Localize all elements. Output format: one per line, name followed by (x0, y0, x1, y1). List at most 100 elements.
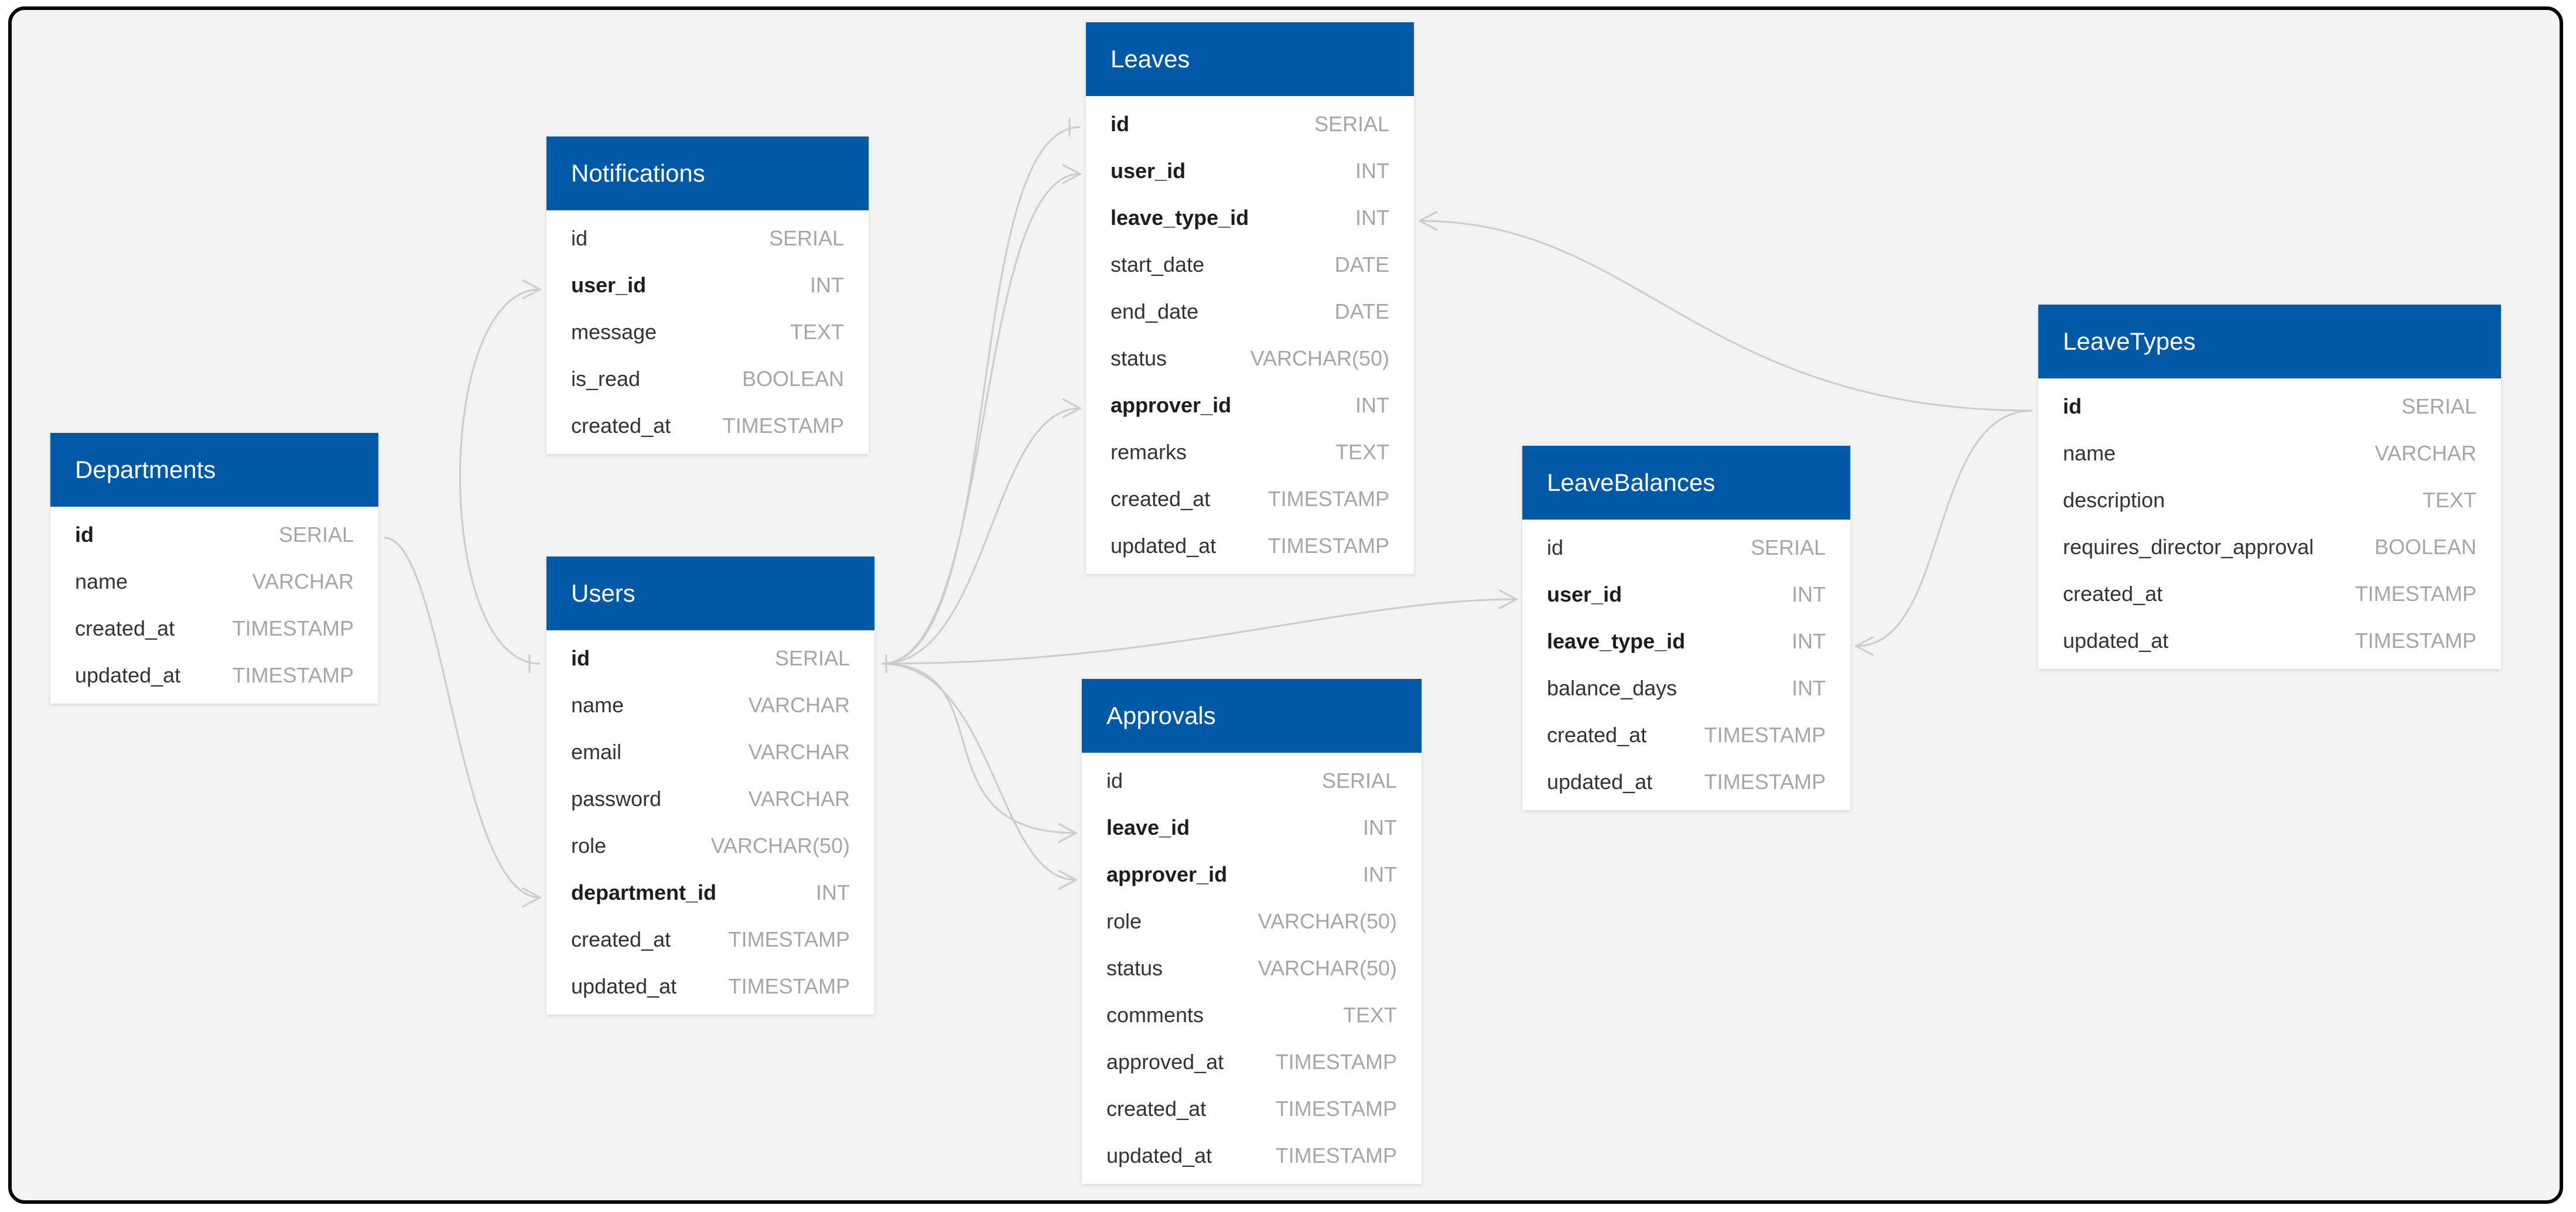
column-name: id (1547, 535, 1564, 559)
column-name: comments (1106, 1003, 1204, 1027)
column-row[interactable]: created_at TIMESTAMP (1086, 476, 1414, 523)
column-row[interactable]: approver_id INT (1086, 382, 1414, 429)
column-row[interactable]: password VARCHAR (546, 776, 874, 822)
column-name: name (2063, 441, 2116, 465)
column-row[interactable]: status VARCHAR(50) (1082, 945, 1422, 992)
column-type: VARCHAR (252, 569, 354, 593)
column-type: DATE (1334, 299, 1389, 323)
column-row[interactable]: created_at TIMESTAMP (1082, 1085, 1422, 1132)
column-row[interactable]: status VARCHAR(50) (1086, 335, 1414, 382)
table-columns: id SERIAL leave_id INT approver_id INT role VAR… (1082, 753, 1422, 1184)
table-leave-balances[interactable]: LeaveBalances id SERIAL user_id INT leave_typ… (1522, 446, 1850, 810)
column-row[interactable]: updated_at TIMESTAMP (546, 963, 874, 1010)
column-row[interactable]: created_at TIMESTAMP (546, 916, 874, 963)
column-type: BOOLEAN (2374, 535, 2476, 559)
column-row[interactable]: department_id INT (546, 869, 874, 916)
column-row[interactable]: balance_days INT (1522, 665, 1850, 712)
column-row[interactable]: role VARCHAR(50) (546, 822, 874, 869)
table-title: Notifications (546, 136, 869, 210)
column-name: created_at (571, 414, 671, 438)
table-columns: id SERIAL user_id INT leave_type_id INT balanc… (1522, 520, 1850, 810)
column-type: TIMESTAMP (1275, 1050, 1397, 1074)
column-row[interactable]: role VARCHAR(50) (1082, 898, 1422, 945)
column-row[interactable]: user_id INT (1522, 571, 1850, 618)
column-name: id (2063, 394, 2082, 418)
column-type: VARCHAR (748, 693, 850, 717)
column-row[interactable]: updated_at TIMESTAMP (1082, 1132, 1422, 1179)
table-leave-types[interactable]: LeaveTypes id SERIAL name VARCHAR description… (2038, 305, 2501, 669)
column-row[interactable]: name VARCHAR (546, 682, 874, 729)
column-type: INT (1355, 159, 1389, 183)
column-type: TIMESTAMP (722, 414, 844, 438)
column-type: TEXT (1335, 440, 1389, 464)
column-row[interactable]: start_date DATE (1086, 241, 1414, 288)
column-row[interactable]: comments TEXT (1082, 992, 1422, 1039)
column-name: leave_type_id (1111, 206, 1249, 230)
column-row[interactable]: updated_at TIMESTAMP (1086, 523, 1414, 569)
table-title: Leaves (1086, 22, 1414, 96)
table-departments[interactable]: Departments id SERIAL name VARCHAR created_at… (50, 433, 378, 704)
column-row[interactable]: leave_type_id INT (1086, 194, 1414, 241)
column-row[interactable]: end_date DATE (1086, 288, 1414, 335)
column-row[interactable]: approved_at TIMESTAMP (1082, 1039, 1422, 1085)
column-row[interactable]: is_read BOOLEAN (546, 356, 869, 402)
column-name: name (75, 569, 128, 593)
column-row[interactable]: updated_at TIMESTAMP (1522, 759, 1850, 805)
column-row[interactable]: description TEXT (2038, 477, 2501, 524)
column-name: remarks (1111, 440, 1187, 464)
column-row[interactable]: id SERIAL (1086, 101, 1414, 148)
column-name: leave_id (1106, 815, 1190, 839)
table-leaves[interactable]: Leaves id SERIAL user_id INT leave_type_id INT… (1086, 22, 1414, 574)
column-type: TIMESTAMP (1275, 1097, 1397, 1121)
column-name: password (571, 787, 662, 811)
table-title: Departments (50, 433, 378, 507)
column-row[interactable]: message TEXT (546, 309, 869, 356)
column-type: TEXT (1342, 1003, 1397, 1027)
column-name: user_id (1547, 582, 1622, 606)
column-row[interactable]: created_at TIMESTAMP (546, 402, 869, 449)
table-title: Approvals (1082, 679, 1422, 753)
column-row[interactable]: remarks TEXT (1086, 429, 1414, 476)
column-row[interactable]: id SERIAL (1522, 524, 1850, 571)
column-name: created_at (1106, 1097, 1207, 1121)
column-type: TIMESTAMP (1267, 534, 1389, 558)
column-name: approver_id (1106, 862, 1228, 886)
column-type: SERIAL (2401, 394, 2476, 418)
column-row[interactable]: id SERIAL (2038, 383, 2501, 430)
column-row[interactable]: name VARCHAR (50, 558, 378, 605)
column-type: TIMESTAMP (232, 663, 354, 687)
column-row[interactable]: name VARCHAR (2038, 430, 2501, 477)
table-notifications[interactable]: Notifications id SERIAL user_id INT message TE… (546, 136, 869, 454)
column-row[interactable]: leave_type_id INT (1522, 618, 1850, 665)
column-row[interactable]: created_at TIMESTAMP (2038, 571, 2501, 617)
column-type: TIMESTAMP (2355, 629, 2476, 653)
column-row[interactable]: id SERIAL (546, 635, 874, 682)
column-type: SERIAL (278, 523, 354, 547)
column-row[interactable]: updated_at TIMESTAMP (50, 652, 378, 699)
column-name: updated_at (1111, 534, 1217, 558)
column-row[interactable]: created_at TIMESTAMP (50, 605, 378, 652)
column-row[interactable]: requires_director_approval BOOLEAN (2038, 524, 2501, 571)
table-approvals[interactable]: Approvals id SERIAL leave_id INT approver_id I… (1082, 679, 1422, 1184)
column-row[interactable]: approver_id INT (1082, 851, 1422, 898)
column-row[interactable]: id SERIAL (1082, 757, 1422, 804)
column-type: VARCHAR(50) (1258, 909, 1397, 933)
column-type: VARCHAR (748, 740, 850, 764)
column-type: TIMESTAMP (1704, 723, 1826, 747)
column-name: id (75, 523, 94, 547)
table-users[interactable]: Users id SERIAL name VARCHAR email VARCHAR pass… (546, 557, 874, 1015)
column-name: email (571, 740, 622, 764)
column-row[interactable]: id SERIAL (546, 215, 869, 262)
column-row[interactable]: user_id INT (1086, 148, 1414, 194)
column-name: balance_days (1547, 676, 1678, 700)
column-row[interactable]: updated_at TIMESTAMP (2038, 617, 2501, 664)
column-row[interactable]: email VARCHAR (546, 729, 874, 776)
column-type: SERIAL (1750, 535, 1826, 559)
column-name: updated_at (75, 663, 181, 687)
column-row[interactable]: user_id INT (546, 262, 869, 309)
column-type: DATE (1334, 252, 1389, 276)
column-row[interactable]: leave_id INT (1082, 804, 1422, 851)
column-row[interactable]: id SERIAL (50, 511, 378, 558)
column-row[interactable]: created_at TIMESTAMP (1522, 712, 1850, 759)
table-columns: id SERIAL name VARCHAR created_at TIMESTAMP up… (50, 507, 378, 704)
